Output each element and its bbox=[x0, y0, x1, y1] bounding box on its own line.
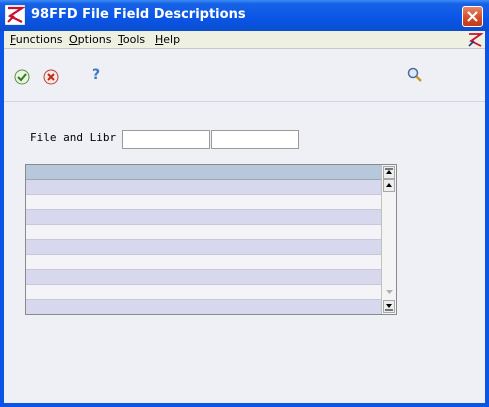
scroll-up-icon bbox=[386, 183, 392, 187]
menu-functions[interactable]: Functions bbox=[10, 33, 63, 46]
file-library-label: File and Libr bbox=[30, 131, 117, 144]
library-name-input[interactable] bbox=[211, 130, 299, 149]
table-row[interactable] bbox=[26, 210, 381, 225]
table-row[interactable] bbox=[26, 285, 381, 300]
scroll-top-icon bbox=[385, 168, 393, 174]
scroll-top-button[interactable] bbox=[383, 166, 395, 179]
app-window: 98FFD File Field Descriptions Functions … bbox=[0, 0, 489, 407]
menu-help[interactable]: Help bbox=[155, 33, 180, 46]
menu-options[interactable]: Options bbox=[69, 33, 111, 46]
table-row[interactable] bbox=[26, 180, 381, 195]
close-button[interactable] bbox=[462, 6, 483, 27]
table-row[interactable] bbox=[26, 255, 381, 270]
scroll-bottom-button[interactable] bbox=[383, 300, 395, 313]
table-row[interactable] bbox=[26, 270, 381, 285]
window-title: 98FFD File Field Descriptions bbox=[31, 7, 246, 22]
table-row[interactable] bbox=[26, 195, 381, 210]
menu-bar: Functions Options Tools Help bbox=[4, 31, 485, 49]
vertical-scrollbar[interactable] bbox=[381, 165, 396, 314]
close-icon bbox=[467, 11, 478, 22]
menu-tools[interactable]: Tools bbox=[118, 33, 145, 46]
grid-header-row[interactable] bbox=[26, 165, 381, 180]
title-bar[interactable]: 98FFD File Field Descriptions bbox=[0, 0, 489, 31]
scroll-bottom-icon bbox=[385, 304, 393, 311]
table-row[interactable] bbox=[26, 300, 381, 314]
jde-menu-logo-icon bbox=[468, 33, 483, 47]
find-magnifier-icon[interactable] bbox=[407, 67, 423, 83]
cancel-x-icon[interactable] bbox=[43, 69, 59, 85]
table-row[interactable] bbox=[26, 240, 381, 255]
help-question-icon[interactable]: ? bbox=[92, 67, 100, 83]
scroll-up-button[interactable] bbox=[383, 179, 395, 192]
file-name-input[interactable] bbox=[122, 130, 210, 149]
scroll-down-icon[interactable] bbox=[385, 289, 394, 295]
toolbar: ? bbox=[4, 49, 485, 102]
ok-check-icon[interactable] bbox=[14, 69, 30, 85]
field-grid bbox=[25, 164, 397, 315]
table-row[interactable] bbox=[26, 225, 381, 240]
jde-logo-icon bbox=[5, 5, 25, 25]
